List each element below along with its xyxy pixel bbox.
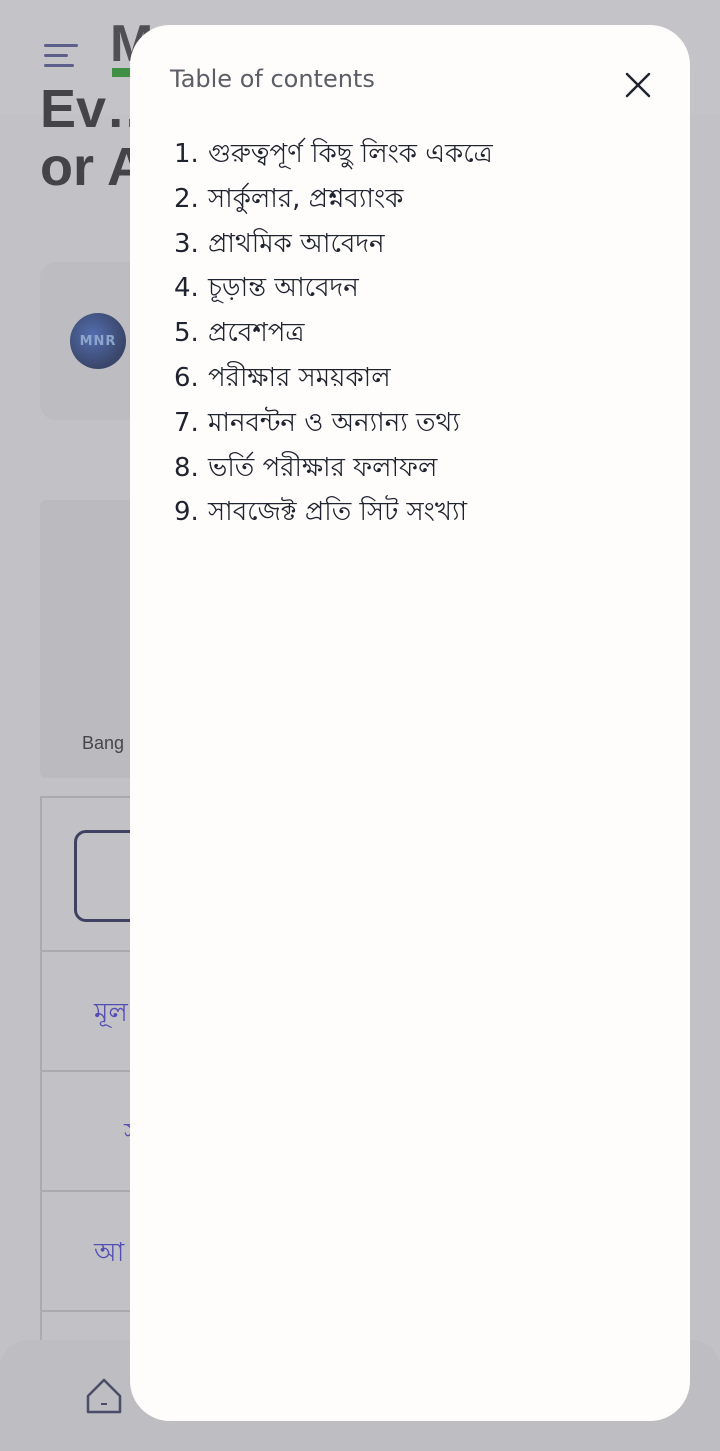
close-icon[interactable] [618, 65, 658, 105]
toc-item-label: গুরুত্বপূর্ণ কিছু লিংক একত্রে [208, 139, 493, 169]
toc-item-label: সাবজেক্ট প্রতি সিট সংখ্যা [208, 497, 468, 528]
toc-item-label: মানবন্টন ও অন্যান্য তথ্য [208, 407, 460, 438]
toc-item-label: সার্কুলার, প্রশ্নব্যাংক [208, 183, 404, 214]
toc-item-number: 4. [174, 273, 199, 304]
toc-panel: Table of contents 1. গুরুত্বপূর্ণ কিছু লি… [130, 25, 690, 1421]
toc-item-4[interactable]: 4. চূড়ান্ত আবেদন [174, 267, 493, 312]
toc-item-label: ভর্তি পরীক্ষার ফলাফল [208, 452, 438, 483]
toc-item-number: 6. [174, 362, 199, 393]
toc-item-label: পরীক্ষার সময়কাল [208, 362, 391, 393]
toc-item-number: 5. [174, 318, 199, 349]
toc-title: Table of contents [170, 65, 375, 93]
toc-item-8[interactable]: 8. ভর্তি পরীক্ষার ফলাফল [174, 447, 493, 492]
toc-item-number: 2. [174, 183, 199, 214]
toc-item-number: 8. [174, 452, 199, 483]
toc-item-1[interactable]: 1. গুরুত্বপূর্ণ কিছু লিংক একত্রে [174, 133, 493, 178]
toc-item-number: 9. [174, 497, 199, 528]
toc-item-6[interactable]: 6. পরীক্ষার সময়কাল [174, 357, 493, 402]
toc-item-number: 1. [174, 139, 199, 169]
toc-item-number: 7. [174, 407, 199, 438]
toc-item-number: 3. [174, 228, 199, 259]
toc-item-label: প্রবেশপত্র [208, 318, 305, 349]
toc-item-9[interactable]: 9. সাবজেক্ট প্রতি সিট সংখ্যা [174, 491, 493, 536]
toc-item-3[interactable]: 3. প্রাথমিক আবেদন [174, 223, 493, 268]
toc-list: 1. গুরুত্বপূর্ণ কিছু লিংক একত্রে 2. সার্কু… [174, 133, 493, 536]
toc-item-2[interactable]: 2. সার্কুলার, প্রশ্নব্যাংক [174, 178, 493, 223]
toc-item-label: চূড়ান্ত আবেদন [208, 273, 359, 304]
toc-item-5[interactable]: 5. প্রবেশপত্র [174, 312, 493, 357]
toc-item-7[interactable]: 7. মানবন্টন ও অন্যান্য তথ্য [174, 402, 493, 447]
toc-item-label: প্রাথমিক আবেদন [208, 228, 385, 259]
